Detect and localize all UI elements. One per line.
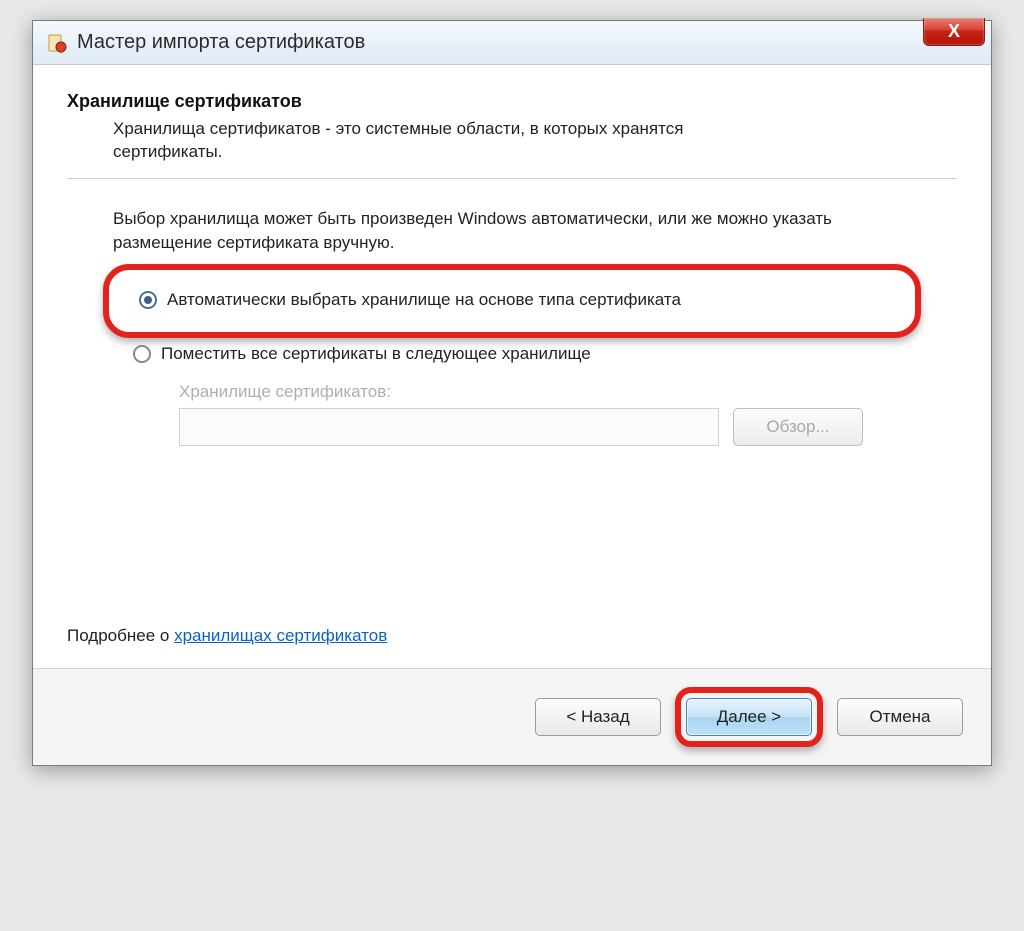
- cancel-button[interactable]: Отмена: [837, 698, 963, 736]
- close-button[interactable]: X: [923, 18, 985, 46]
- back-label: < Назад: [566, 707, 629, 727]
- certificate-icon: [47, 33, 67, 53]
- button-bar: < Назад Далее > Отмена: [33, 668, 991, 765]
- more-prefix: Подробнее о: [67, 626, 174, 645]
- wizard-content: Хранилище сертификатов Хранилища сертифи…: [33, 65, 991, 668]
- radio-option-manual[interactable]: Поместить все сертификаты в следующее хр…: [133, 344, 957, 364]
- window-title: Мастер импорта сертификатов: [77, 31, 365, 54]
- cancel-label: Отмена: [870, 707, 931, 727]
- highlight-auto-option: Автоматически выбрать хранилище на основ…: [103, 264, 921, 338]
- radio-icon: [133, 345, 151, 363]
- section-description: Хранилища сертификатов - это системные о…: [113, 118, 793, 164]
- choice-intro: Выбор хранилища может быть произведен Wi…: [113, 207, 853, 255]
- next-button[interactable]: Далее >: [686, 698, 812, 736]
- radio-label-manual: Поместить все сертификаты в следующее хр…: [161, 344, 591, 364]
- section-heading: Хранилище сертификатов: [67, 91, 957, 112]
- radio-option-auto[interactable]: Автоматически выбрать хранилище на основ…: [139, 290, 897, 310]
- radio-label-auto: Автоматически выбрать хранилище на основ…: [167, 290, 681, 310]
- radio-icon: [139, 291, 157, 309]
- browse-button: Обзор...: [733, 408, 863, 446]
- store-block: Хранилище сертификатов: Обзор...: [179, 382, 957, 446]
- close-icon: X: [948, 21, 960, 42]
- divider: [67, 178, 957, 179]
- more-link[interactable]: хранилищах сертификатов: [174, 626, 387, 645]
- wizard-window: Мастер импорта сертификатов X Хранилище …: [32, 20, 992, 766]
- store-label: Хранилище сертификатов:: [179, 382, 957, 402]
- back-button[interactable]: < Назад: [535, 698, 661, 736]
- browse-label: Обзор...: [766, 417, 829, 437]
- store-row: Обзор...: [179, 408, 957, 446]
- titlebar: Мастер импорта сертификатов X: [33, 21, 991, 65]
- more-info-row: Подробнее о хранилищах сертификатов: [67, 626, 957, 646]
- store-input: [179, 408, 719, 446]
- next-label: Далее >: [717, 707, 781, 727]
- highlight-next-button: Далее >: [675, 687, 823, 747]
